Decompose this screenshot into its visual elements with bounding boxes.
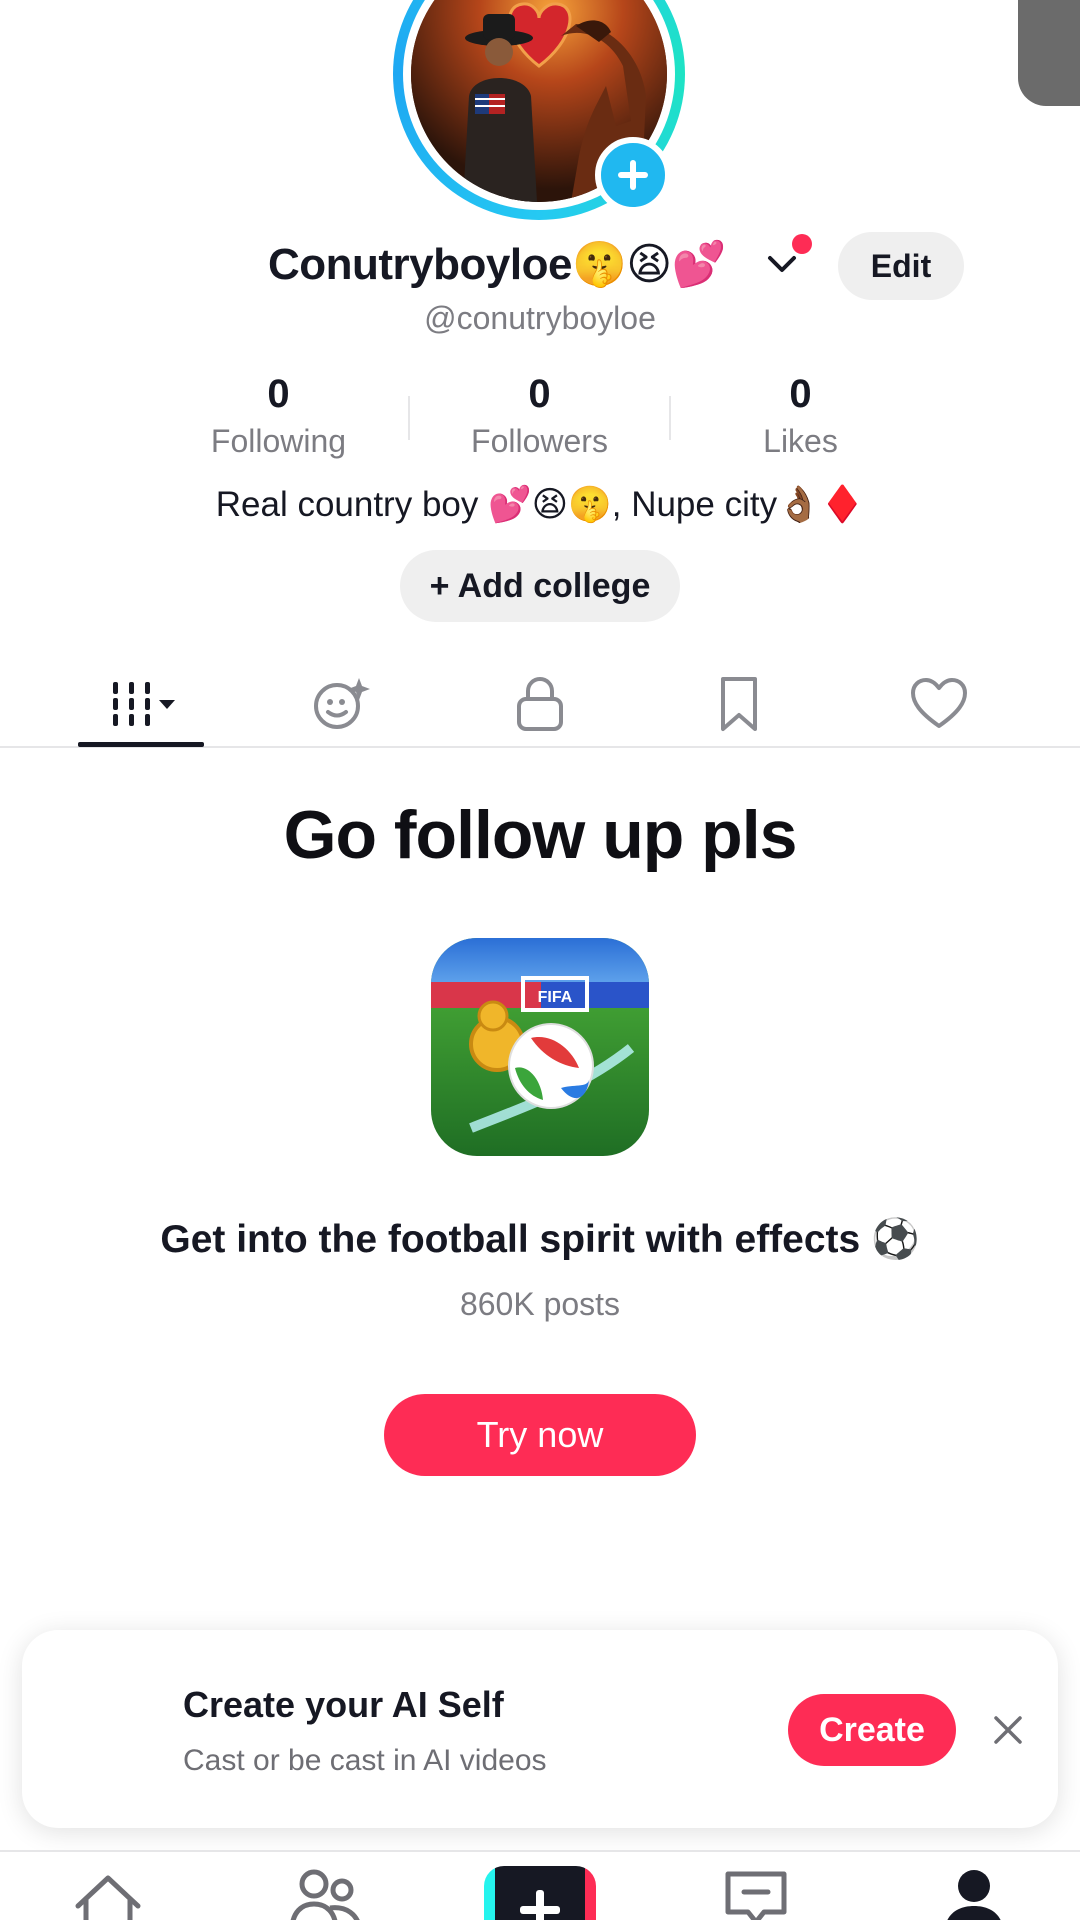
promo-heading: Get into the football spirit with effect… — [160, 1218, 920, 1261]
create-ai-self-button[interactable]: Create — [788, 1694, 956, 1766]
stat-followers[interactable]: 0 Followers — [408, 372, 670, 464]
nav-profile[interactable] — [934, 1866, 1014, 1920]
nav-create[interactable] — [484, 1866, 596, 1920]
profile-name-row: Conutryboyloe🤫😫💕 Edit — [0, 232, 1080, 300]
edit-profile-button[interactable]: Edit — [838, 232, 964, 300]
stat-likes[interactable]: 0 Likes — [669, 372, 931, 464]
close-icon[interactable] — [988, 1710, 1028, 1750]
add-story-button[interactable] — [595, 137, 671, 213]
corner-overlay-widget[interactable] — [1018, 0, 1080, 106]
stat-value: 0 — [267, 372, 290, 416]
nav-inbox[interactable] — [716, 1866, 796, 1920]
profile-icon — [947, 1870, 1001, 1920]
ai-self-banner: Create your AI Self Cast or be cast in A… — [22, 1630, 1058, 1828]
lock-icon — [517, 677, 563, 731]
username: @conutryboyloe — [424, 300, 656, 336]
stat-label: Likes — [763, 423, 838, 459]
ai-banner-subtitle: Cast or be cast in AI videos — [183, 1744, 547, 1777]
grid-filter-icon — [113, 682, 175, 726]
try-now-button[interactable]: Try now — [384, 1394, 696, 1476]
stat-label: Following — [210, 423, 347, 459]
create-plus-icon — [520, 1890, 560, 1920]
tab-ai-self[interactable] — [278, 660, 404, 748]
bookmark-icon — [721, 677, 757, 731]
tab-videos[interactable] — [78, 660, 204, 748]
football-effect-thumbnail[interactable]: FIFA — [431, 938, 649, 1156]
stat-following[interactable]: 0 Following — [148, 372, 409, 464]
divider — [669, 396, 671, 440]
stat-label: Followers — [471, 423, 608, 459]
fifa-label: FIFA — [538, 989, 573, 1006]
divider — [408, 396, 410, 440]
nav-friends[interactable] — [286, 1866, 366, 1920]
ai-banner-title: Create your AI Self — [183, 1684, 504, 1725]
active-tab-indicator — [78, 742, 204, 747]
football-effect-icon: FIFA — [431, 938, 649, 1156]
profile-stats: 0 Following 0 Followers 0 Likes — [148, 372, 932, 464]
nav-home[interactable] — [68, 1866, 148, 1920]
add-college-button[interactable]: + Add college — [400, 550, 680, 622]
promo-post-count: 860K posts — [459, 1286, 621, 1322]
promo-title: Go follow up pls — [283, 797, 798, 873]
heart-icon — [911, 678, 967, 728]
ai-face-icon — [314, 678, 370, 729]
display-name[interactable]: Conutryboyloe🤫😫💕 — [268, 238, 726, 290]
notification-dot — [792, 234, 812, 254]
profile-bio: Real country boy 💕😫🤫, Nupe city👌🏾♦️ — [215, 485, 865, 524]
profile-tabs — [0, 660, 1080, 748]
tab-liked[interactable] — [876, 660, 1002, 748]
tab-saved[interactable] — [676, 660, 802, 748]
stat-value: 0 — [528, 372, 551, 416]
tab-private[interactable] — [477, 660, 603, 748]
plus-icon — [618, 160, 648, 190]
friends-icon — [290, 1869, 360, 1920]
bottom-navigation — [0, 1850, 1080, 1920]
inbox-icon — [725, 1871, 787, 1920]
stat-value: 0 — [789, 372, 812, 416]
home-icon — [75, 1875, 141, 1920]
